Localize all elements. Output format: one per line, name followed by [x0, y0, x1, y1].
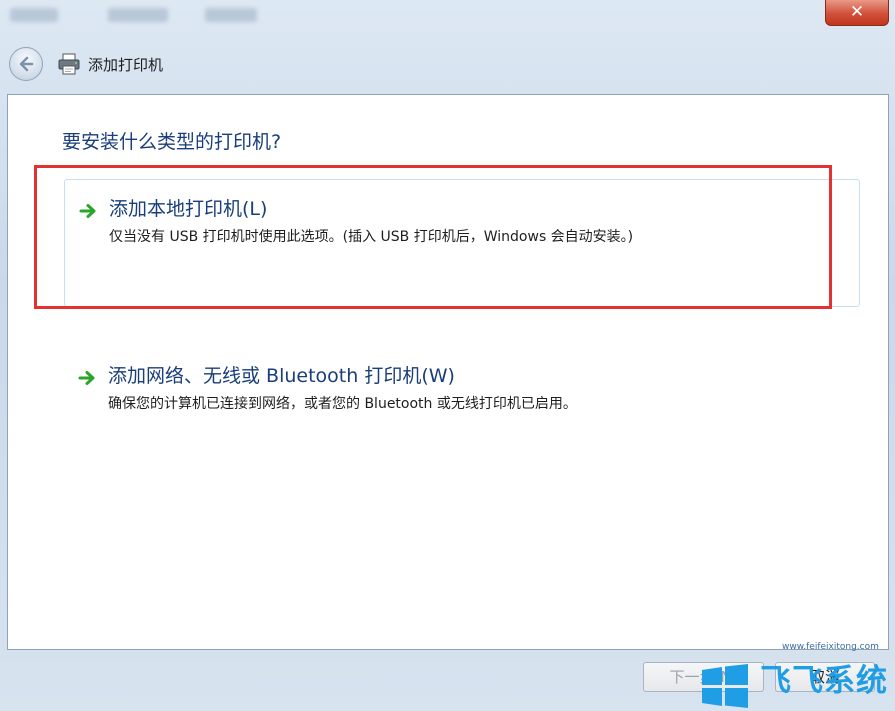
wizard-content-panel: 要安装什么类型的打印机? 添加本地打印机(L) 仅当没有 USB 打印机时使用此… — [7, 94, 889, 650]
back-button[interactable] — [9, 47, 43, 81]
close-button[interactable]: ✕ — [825, 0, 889, 26]
title-bar: ✕ — [0, 0, 895, 36]
windows-logo-icon — [702, 664, 748, 708]
close-icon: ✕ — [849, 2, 865, 22]
watermark-url: www.feifeixitong.com — [782, 642, 879, 652]
add-local-printer-option[interactable]: 添加本地打印机(L) 仅当没有 USB 打印机时使用此选项。(插入 USB 打印… — [64, 179, 860, 307]
add-network-printer-label: 添加网络、无线或 Bluetooth 打印机(W) — [108, 365, 455, 387]
add-local-printer-description: 仅当没有 USB 打印机时使用此选项。(插入 USB 打印机后，Windows … — [109, 229, 634, 245]
page-question: 要安装什么类型的打印机? — [62, 131, 282, 153]
blurred-title-text — [205, 8, 257, 22]
add-network-printer-option[interactable]: 添加网络、无线或 Bluetooth 打印机(W) 确保您的计算机已连接到网络，… — [64, 353, 860, 423]
blurred-title-text — [10, 8, 58, 22]
back-arrow-icon — [19, 56, 34, 72]
green-arrow-icon — [79, 204, 96, 218]
add-network-printer-description: 确保您的计算机已连接到网络，或者您的 Bluetooth 或无线打印机已启用。 — [108, 396, 577, 412]
watermark-text: 飞飞系统 — [760, 663, 888, 699]
add-local-printer-label: 添加本地打印机(L) — [109, 198, 268, 220]
green-arrow-icon — [78, 371, 95, 385]
blurred-title-text — [108, 8, 168, 22]
window-title: 添加打印机 — [88, 56, 164, 74]
navigation-bar: 添加打印机 — [0, 36, 895, 94]
add-printer-window: ✕ 添加打印机 要安装什么类型的打印机? 添加本地打印机(L) 仅当没有 USB… — [0, 0, 895, 711]
printer-icon — [58, 53, 80, 75]
